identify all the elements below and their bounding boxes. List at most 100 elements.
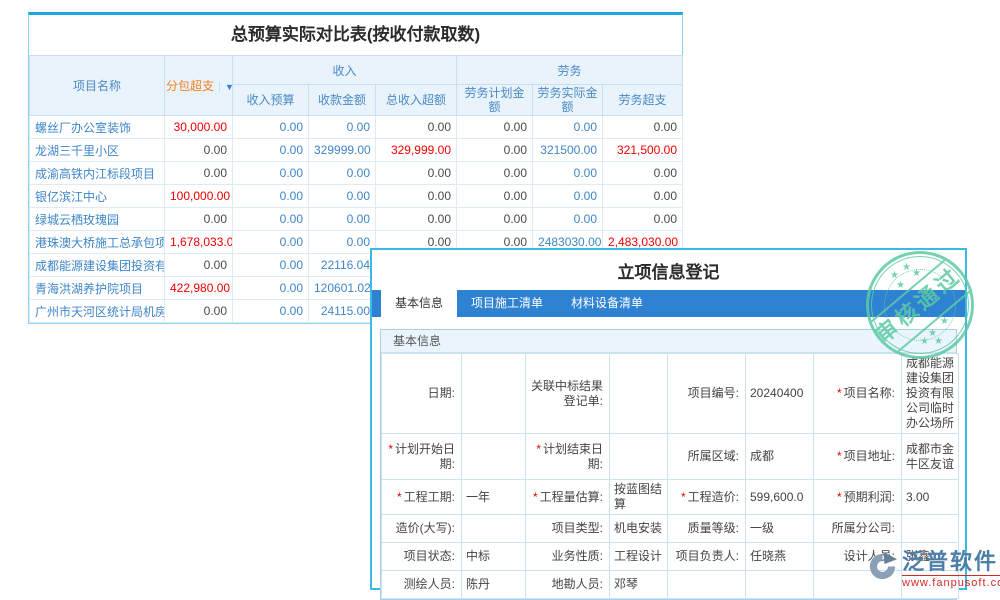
form-label: 项目状态: [382,543,462,571]
amount-cell: 0.00 [376,208,457,231]
amount-cell[interactable]: 120601.02 [309,277,376,300]
form-value-cell[interactable] [462,515,526,543]
amount-cell[interactable]: 0.00 [233,185,309,208]
tab-bar: 基本信息项目施工清单材料设备清单 [372,290,965,317]
amount-cell[interactable]: 0.00 [233,139,309,162]
form-value-cell[interactable] [902,515,959,543]
amount-cell[interactable]: 0.00 [309,185,376,208]
amount-cell[interactable]: 0.00 [309,231,376,254]
logo-brand-text: 泛普软件 [902,550,1000,574]
project-name-cell[interactable]: 螺丝厂办公室装饰 [30,116,165,139]
required-marker: * [533,490,538,504]
tab-material-equipment-list[interactable]: 材料设备清单 [557,290,657,317]
form-value-cell[interactable] [610,434,668,480]
form-label: 测绘人员: [382,571,462,599]
logo-site-url: www.fanpusoft.com [902,575,1000,589]
table-row: 成渝高铁内江标段项目0.000.000.000.000.000.000.00 [30,162,683,185]
form-value-cell[interactable]: 成都能源建设集团投资有限公司临时办公场所 [902,354,959,434]
project-registration-window: 立项信息登记 基本信息项目施工清单材料设备清单 基本信息 日期:关联中标结果登记… [370,248,967,590]
header-subcontract-overrun-label: 分包超支 [166,79,214,93]
table-row: 龙湖三千里小区0.000.00329999.00329,999.000.0032… [30,139,683,162]
form-label: *工程工期: [382,480,462,515]
amount-cell: 0.00 [165,139,233,162]
form-value-cell[interactable]: 一年 [462,480,526,515]
amount-cell[interactable]: 0.00 [309,162,376,185]
amount-cell[interactable]: 0.00 [533,116,603,139]
project-name-cell[interactable]: 银亿滨江中心 [30,185,165,208]
form-label: 所属分公司: [814,515,902,543]
amount-cell[interactable]: 0.00 [233,231,309,254]
amount-cell: 0.00 [376,116,457,139]
desktop: 总预算实际对比表(按收付款取数) 项目名称分包超支▼收入劳务收入预算收款金额总收… [0,0,1000,600]
project-name-cell[interactable]: 青海洪湖养护院项目 [30,277,165,300]
project-name-cell[interactable]: 绿城云栖玫瑰园 [30,208,165,231]
required-marker: * [837,449,842,463]
form-label: 地勘人员: [526,571,610,599]
amount-cell[interactable]: 24115.00 [309,300,376,323]
required-marker: * [536,442,541,456]
form-value-cell[interactable] [462,354,526,434]
form-value-cell[interactable]: 一级 [746,515,814,543]
amount-cell[interactable]: 329999.00 [309,139,376,162]
form-value-cell[interactable]: 邓琴 [610,571,668,599]
form-value-cell[interactable]: 599,600.0 [746,480,814,515]
form-value-cell[interactable]: 任晓燕 [746,543,814,571]
amount-cell[interactable]: 0.00 [233,162,309,185]
form-label: 质量等级: [668,515,746,543]
amount-cell: 30,000.00 [165,116,233,139]
project-name-cell[interactable]: 龙湖三千里小区 [30,139,165,162]
form-label: 业务性质: [526,543,610,571]
form-value-cell[interactable]: 成都 [746,434,814,480]
fanpu-logo-icon [866,550,899,583]
tab-basic-info[interactable]: 基本信息 [381,290,457,317]
amount-cell: 0.00 [457,139,533,162]
tab-construction-list[interactable]: 项目施工清单 [457,290,557,317]
amount-cell[interactable]: 0.00 [233,116,309,139]
form-label: *工程量估算: [526,480,610,515]
amount-cell[interactable]: 0.00 [233,300,309,323]
required-marker: * [397,490,402,504]
amount-cell[interactable]: 0.00 [309,116,376,139]
form-value-cell[interactable]: 3.00 [902,480,959,515]
amount-cell: 0.00 [376,185,457,208]
project-name-cell[interactable]: 成渝高铁内江标段项目 [30,162,165,185]
form-value-cell[interactable] [462,434,526,480]
amount-cell: 422,980.00 [165,277,233,300]
amount-cell[interactable]: 321500.00 [533,139,603,162]
amount-cell[interactable]: 0.00 [233,208,309,231]
amount-cell[interactable]: 0.00 [309,208,376,231]
sort-descending-icon[interactable]: ▼ [219,82,232,92]
amount-cell: 0.00 [165,162,233,185]
header-subcontract-overrun: 分包超支 ▼ [165,56,233,116]
form-label: *项目地址: [814,434,902,480]
form-value-cell[interactable] [746,571,814,599]
form-value-cell[interactable]: 成都市金牛区友谊 [902,434,959,480]
required-marker: * [388,442,393,456]
form-value-cell[interactable]: 工程设计 [610,543,668,571]
amount-cell[interactable]: 0.00 [533,208,603,231]
form-value-cell[interactable] [610,354,668,434]
form-value-cell[interactable]: 机电安装 [610,515,668,543]
project-name-cell[interactable]: 成都能源建设集团投资有限公司 [30,254,165,277]
amount-cell[interactable]: 0.00 [533,162,603,185]
form-value-cell[interactable]: 中标 [462,543,526,571]
amount-cell[interactable]: 0.00 [233,277,309,300]
amount-cell: 0.00 [457,208,533,231]
form-label: *计划结束日期: [526,434,610,480]
amount-cell: 0.00 [165,300,233,323]
required-marker: * [681,490,686,504]
amount-cell[interactable]: 22116.04 [309,254,376,277]
amount-cell: 0.00 [376,162,457,185]
form-value-cell[interactable]: 陈丹 [462,571,526,599]
header-labor-actual-amount: 劳务实际金额 [533,85,603,116]
section-title: 基本信息 [381,330,956,353]
amount-cell[interactable]: 0.00 [533,185,603,208]
amount-cell: 0.00 [603,116,683,139]
amount-cell[interactable]: 0.00 [233,254,309,277]
project-name-cell[interactable]: 广州市天河区统计局机房改造 [30,300,165,323]
amount-cell: 0.00 [165,208,233,231]
form-value-cell[interactable]: 20240400 [746,354,814,434]
table-row: 绿城云栖玫瑰园0.000.000.000.000.000.000.00 [30,208,683,231]
project-name-cell[interactable]: 港珠澳大桥施工总承包项目 [30,231,165,254]
form-value-cell[interactable]: 按蓝图结算 [610,480,668,515]
